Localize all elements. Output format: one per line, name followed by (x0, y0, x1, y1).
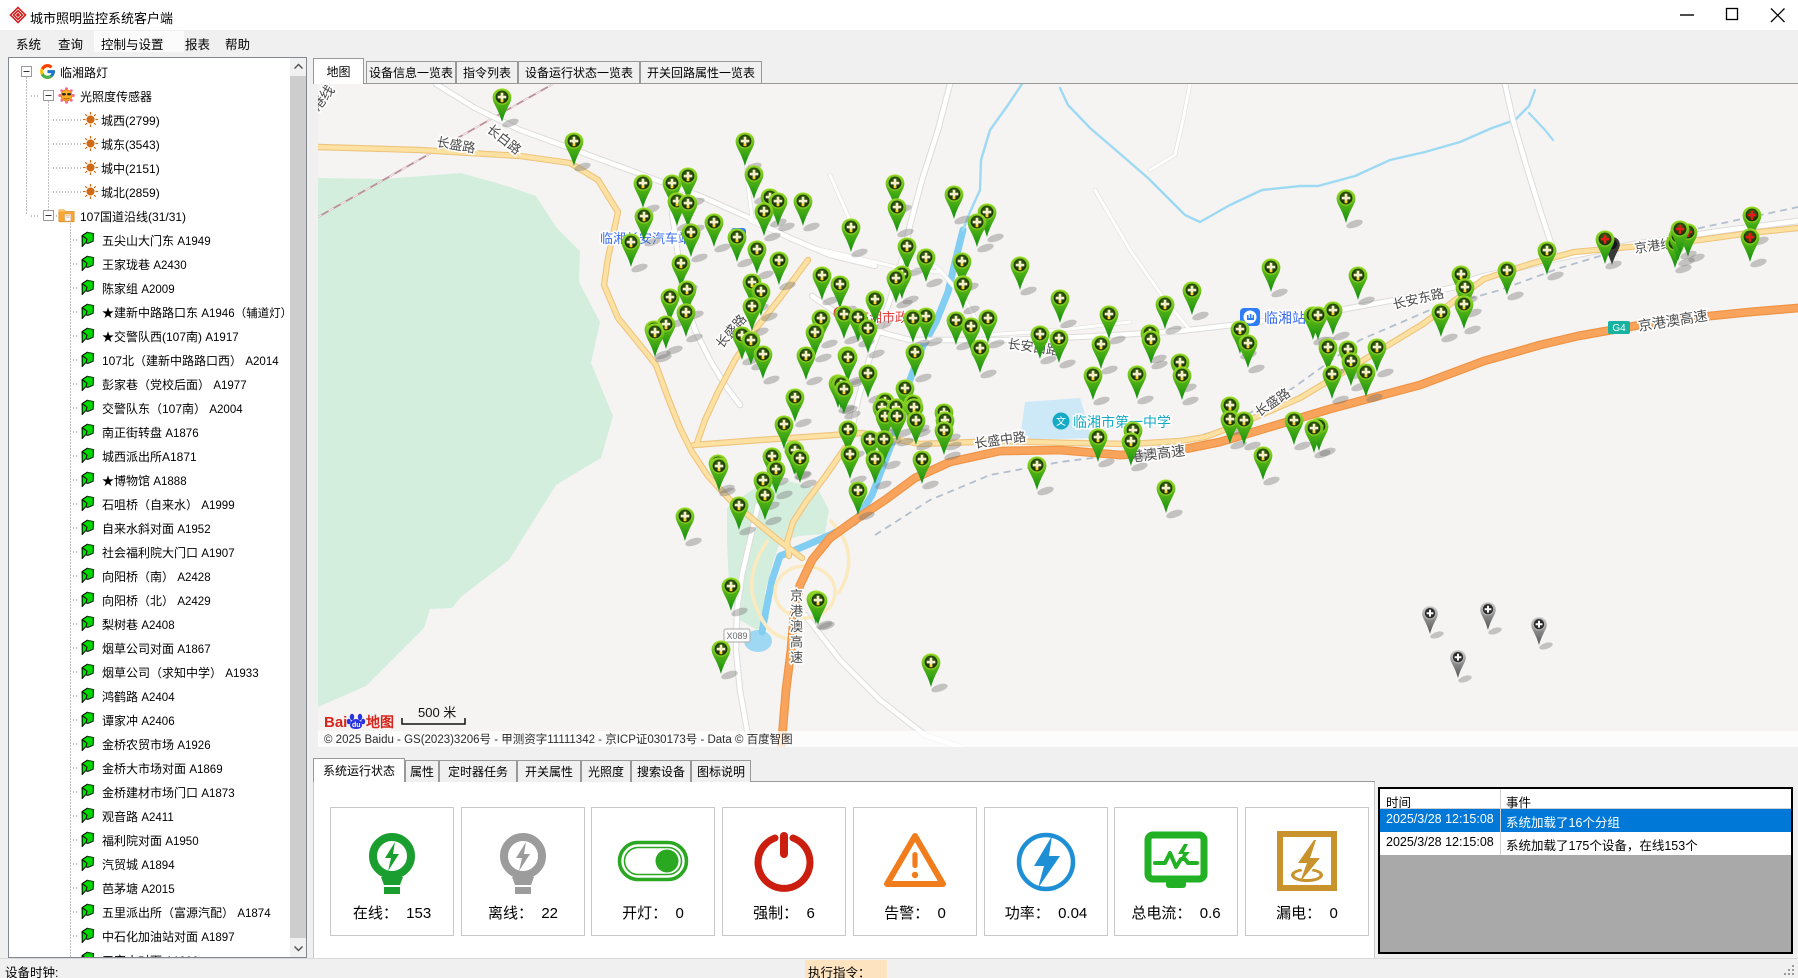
svg-text:500 米: 500 米 (418, 705, 456, 720)
svg-text:G4: G4 (1612, 323, 1626, 334)
svg-text:Bai: Bai (324, 714, 347, 731)
svg-text:澳: 澳 (790, 619, 803, 634)
svg-text:速: 速 (790, 650, 803, 665)
svg-text:京: 京 (790, 588, 803, 603)
svg-text:港: 港 (790, 604, 803, 619)
svg-text:高: 高 (790, 635, 803, 650)
svg-text:© 2025 Baidu - GS(2023)3206号 -: © 2025 Baidu - GS(2023)3206号 - 甲测资字11111… (324, 732, 793, 746)
svg-text:文: 文 (1056, 415, 1066, 428)
svg-text:X089: X089 (726, 631, 747, 641)
svg-text:临湘市第一中学: 临湘市第一中学 (1073, 414, 1171, 430)
svg-text:临湘站: 临湘站 (1264, 310, 1306, 326)
svg-text:du: du (352, 722, 361, 729)
svg-text:地图: 地图 (366, 714, 394, 730)
